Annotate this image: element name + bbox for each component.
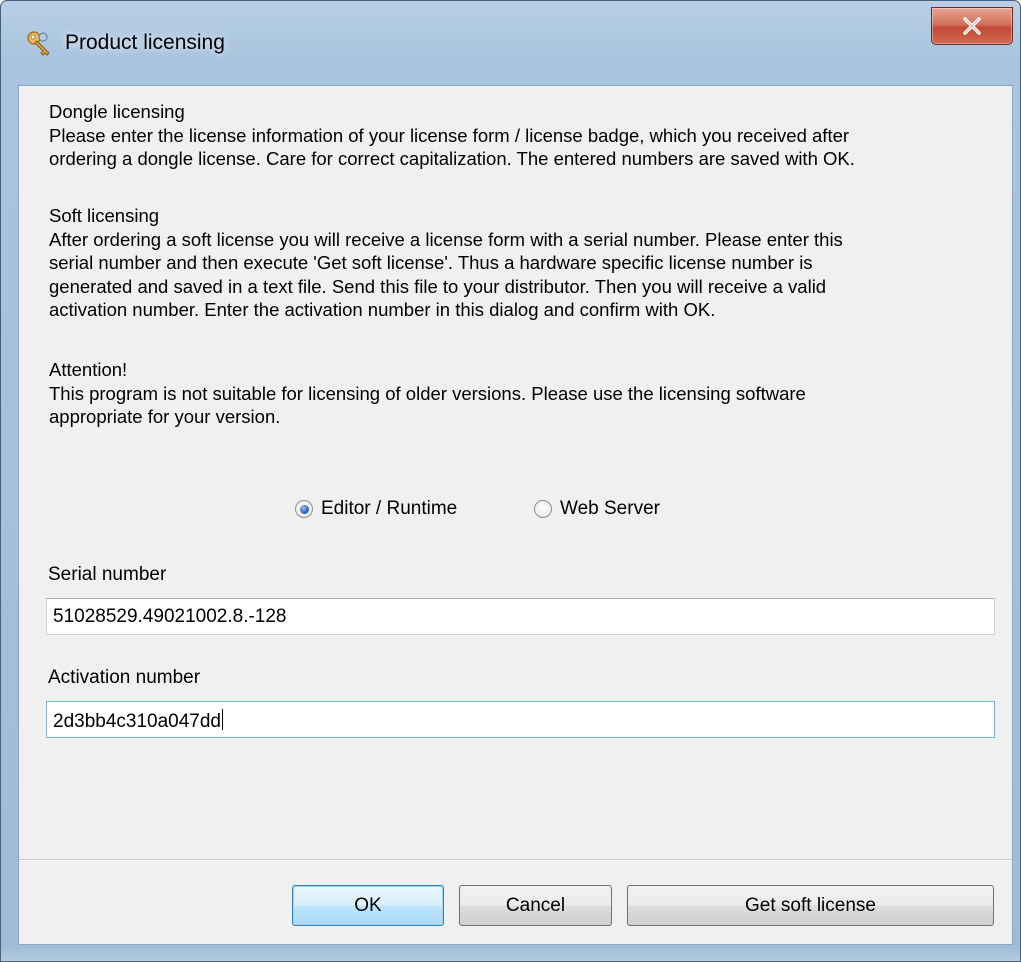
radio-label: Web Server <box>560 498 660 519</box>
dongle-heading: Dongle licensing <box>49 101 185 122</box>
close-icon <box>962 17 982 35</box>
attention-section: Attention! This program is not suitable … <box>49 358 806 429</box>
ok-button[interactable]: OK <box>292 885 444 926</box>
dongle-text-line: Please enter the license information of … <box>49 124 850 146</box>
attention-text-line: This program is not suitable for licensi… <box>49 382 806 404</box>
dongle-licensing-section: Dongle licensing Please enter the licens… <box>49 100 855 171</box>
attention-heading: Attention! <box>49 359 128 380</box>
attention-text-line: appropriate for your version. <box>49 406 281 427</box>
serial-number-value: 51028529.49021002.8.-128 <box>53 606 287 627</box>
title-bar[interactable]: Product licensing <box>1 1 1020 85</box>
activation-number-input[interactable]: 2d3bb4c310a047dd <box>46 701 995 738</box>
dialog-window: Product licensing Dongle licensing Pleas… <box>0 0 1021 962</box>
radio-button-unchecked[interactable] <box>534 500 552 518</box>
activation-number-value: 2d3bb4c310a047dd <box>53 711 222 732</box>
window-title: Product licensing <box>65 31 225 54</box>
close-button[interactable] <box>931 7 1013 45</box>
radio-dot <box>299 504 309 514</box>
radio-label: Editor / Runtime <box>321 498 458 519</box>
separator <box>19 859 1012 861</box>
soft-licensing-section: Soft licensing After ordering a soft lic… <box>49 204 843 322</box>
serial-number-label: Serial number <box>48 564 167 585</box>
soft-text-line: activation number. Enter the activation … <box>49 299 716 320</box>
radio-web-server[interactable]: Web Server <box>534 498 660 520</box>
dialog-client-area: Dongle licensing Please enter the licens… <box>18 85 1013 945</box>
serial-number-input[interactable]: 51028529.49021002.8.-128 <box>46 598 995 635</box>
key-icon <box>25 29 53 57</box>
radio-editor-runtime[interactable]: Editor / Runtime <box>295 498 457 520</box>
soft-text-line: generated and saved in a text file. Send… <box>49 275 827 297</box>
get-soft-license-button[interactable]: Get soft license <box>627 885 994 926</box>
license-mode-group: Editor / Runtime Web Server <box>19 498 1012 524</box>
soft-heading: Soft licensing <box>49 205 160 226</box>
cancel-button[interactable]: Cancel <box>459 885 612 926</box>
text-caret <box>222 709 224 730</box>
dongle-text-line: ordering a dongle license. Care for corr… <box>49 148 855 169</box>
soft-text-line: After ordering a soft license you will r… <box>49 228 843 250</box>
radio-button-checked[interactable] <box>295 500 313 518</box>
activation-number-label: Activation number <box>48 667 201 688</box>
soft-text-line: serial number and then execute 'Get soft… <box>49 252 813 273</box>
window-frame-bottom <box>1 945 1020 961</box>
